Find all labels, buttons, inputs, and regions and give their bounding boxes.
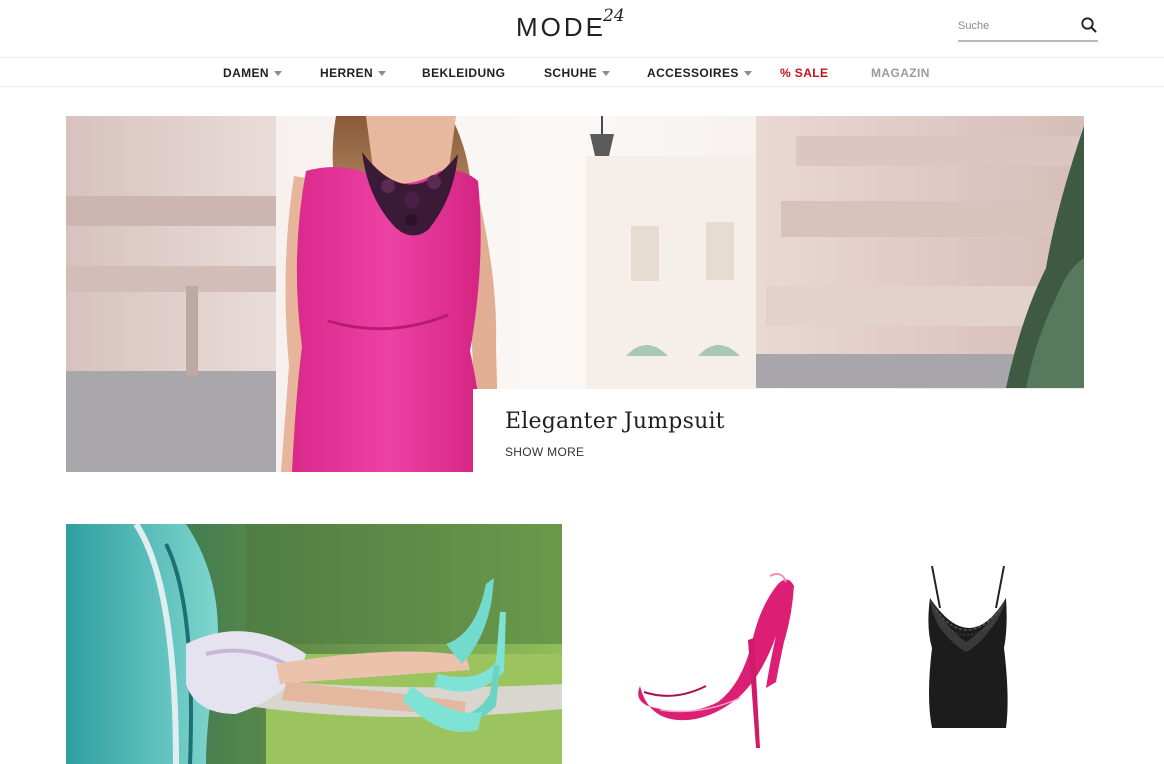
logo-superscript: 24 xyxy=(603,6,625,26)
nav-item-magazin[interactable]: MAGAZIN xyxy=(871,65,930,81)
nav-item-damen[interactable]: DAMEN xyxy=(223,65,282,81)
nav-item-accessoires[interactable]: ACCESSOIRES xyxy=(647,65,752,81)
nav-item-label: ACCESSOIRES xyxy=(647,66,739,80)
logo-wordmark: MODE xyxy=(516,12,606,42)
nav-item-bekleidung[interactable]: BEKLEIDUNG xyxy=(422,65,505,81)
hero-title: Eleganter Jumpsuit xyxy=(505,409,725,434)
caret-down-icon xyxy=(274,71,282,76)
caret-down-icon xyxy=(743,71,752,76)
nav-item-schuhe[interactable]: SCHUHE xyxy=(544,65,611,81)
nav-item-label: DAMEN xyxy=(223,66,269,80)
show-more-link[interactable]: SHOW MORE xyxy=(505,445,584,459)
nav-item-herren[interactable]: HERREN xyxy=(320,65,387,81)
nav-item-label: SCHUHE xyxy=(544,66,598,80)
search-icon[interactable] xyxy=(1080,16,1098,34)
search-box xyxy=(958,12,1098,42)
nav-item-sale[interactable]: % SALE xyxy=(780,65,828,81)
promo-image-turquoise-heels[interactable] xyxy=(66,524,562,764)
caret-down-icon xyxy=(378,71,387,76)
product-image-black-lace-top[interactable] xyxy=(880,558,1070,748)
main-navigation: DAMEN HERREN BEKLEIDUNG SCHUHE ACCESSOIR… xyxy=(0,59,1164,87)
hero-caption-card[interactable]: Eleganter Jumpsuit SHOW MORE xyxy=(473,389,1084,472)
product-image-pink-pump[interactable] xyxy=(620,560,810,750)
nav-item-label: MAGAZIN xyxy=(871,66,930,80)
nav-item-label: BEKLEIDUNG xyxy=(422,66,506,80)
nav-item-label: HERREN xyxy=(320,66,374,80)
nav-item-label: % SALE xyxy=(780,66,829,80)
site-logo[interactable]: MODE 24 xyxy=(516,6,625,44)
caret-down-icon xyxy=(602,71,611,76)
site-header: MODE 24 xyxy=(0,0,1164,58)
search-input[interactable] xyxy=(958,16,1070,36)
